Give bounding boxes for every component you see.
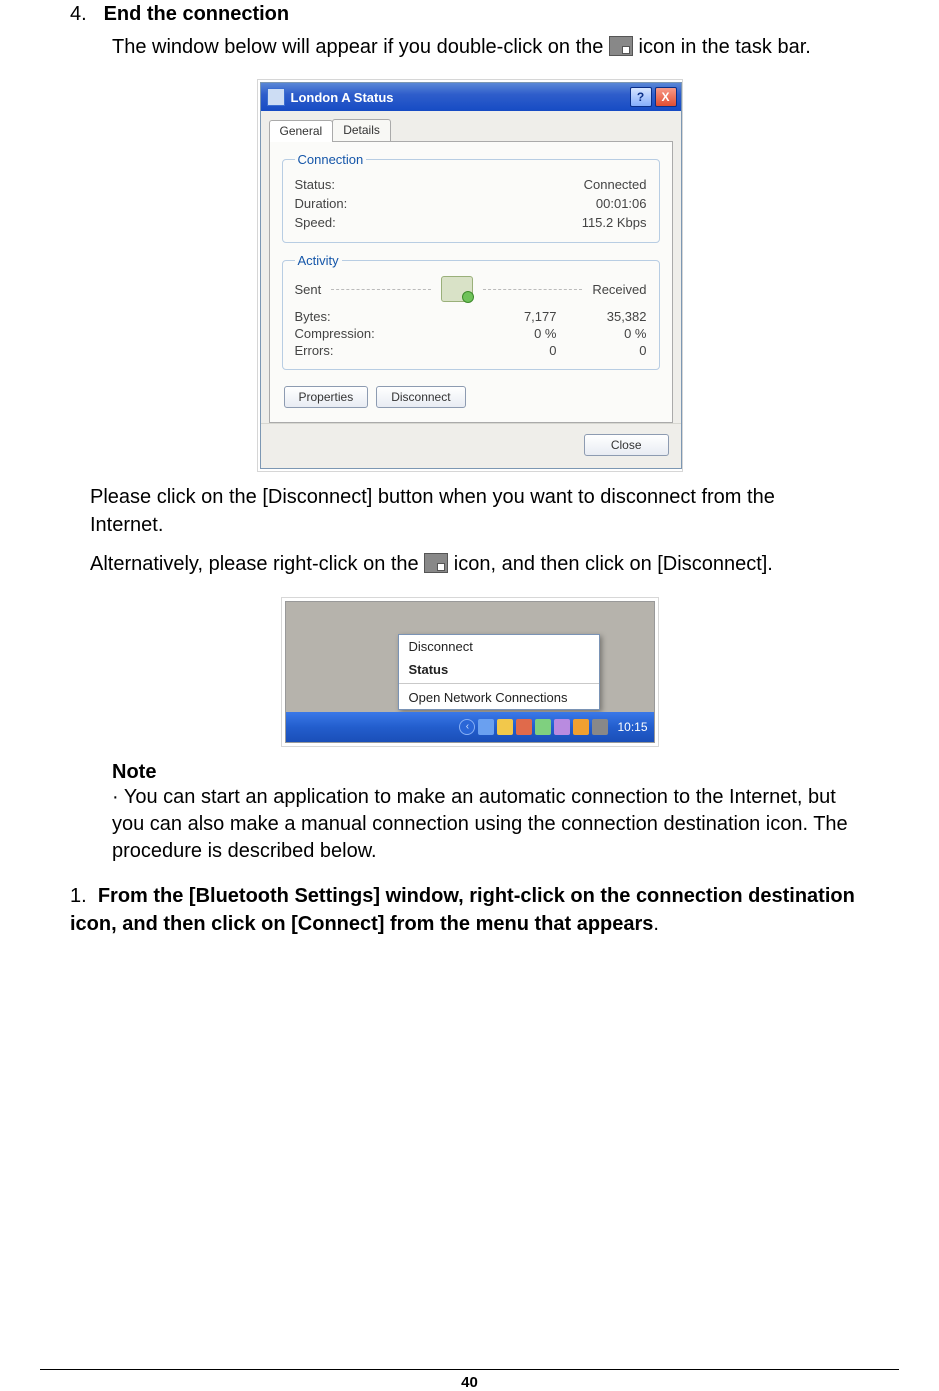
tray-network-icon[interactable] bbox=[592, 719, 608, 735]
page-number: 40 bbox=[0, 1374, 939, 1391]
compression-label: Compression: bbox=[295, 326, 467, 341]
tray-icon-3[interactable] bbox=[516, 719, 532, 735]
note-body: · You can start an application to make a… bbox=[112, 784, 851, 866]
disconnect-button[interactable]: Disconnect bbox=[376, 386, 465, 408]
tab-details[interactable]: Details bbox=[332, 119, 391, 141]
close-button[interactable]: Close bbox=[584, 434, 669, 456]
window-close-button[interactable]: X bbox=[655, 87, 677, 107]
status-label: Status: bbox=[295, 177, 335, 192]
tray-icon-4[interactable] bbox=[535, 719, 551, 735]
menu-separator bbox=[399, 683, 599, 684]
network-tray-icon-2 bbox=[424, 553, 448, 573]
step4-title: End the connection bbox=[104, 3, 290, 25]
tab-general[interactable]: General bbox=[269, 120, 334, 142]
status-dialog-title: London A Status bbox=[291, 90, 394, 105]
duration-value: 00:01:06 bbox=[596, 196, 647, 211]
tray-icon-1[interactable] bbox=[478, 719, 494, 735]
activity-group: Activity Sent Received Bytes:7,17735,382… bbox=[282, 253, 660, 370]
duration-label: Duration: bbox=[295, 196, 348, 211]
tray-expand-icon[interactable]: ‹ bbox=[459, 719, 475, 735]
step4-intro-a: The window below will appear if you doub… bbox=[112, 36, 603, 58]
status-value: Connected bbox=[584, 177, 647, 192]
tray-clock: 10:15 bbox=[617, 720, 647, 734]
alt-instruction-a: Alternatively, please right-click on the bbox=[90, 553, 419, 575]
step1-number: 1. bbox=[70, 885, 87, 907]
properties-button[interactable]: Properties bbox=[284, 386, 369, 408]
network-tray-icon bbox=[609, 36, 633, 56]
tray-icon-2[interactable] bbox=[497, 719, 513, 735]
step4-number: 4. bbox=[70, 3, 98, 26]
tray-context-menu: Disconnect Status Open Network Connectio… bbox=[398, 634, 600, 710]
step1-text: From the [Bluetooth Settings] window, ri… bbox=[70, 885, 855, 935]
speed-label: Speed: bbox=[295, 215, 336, 230]
help-button[interactable]: ? bbox=[630, 87, 652, 107]
disconnect-instruction: Please click on the [Disconnect] button … bbox=[90, 484, 849, 539]
compression-received: 0 % bbox=[557, 326, 647, 341]
received-label: Received bbox=[592, 282, 646, 297]
errors-received: 0 bbox=[557, 343, 647, 358]
compression-sent: 0 % bbox=[467, 326, 557, 341]
connection-legend: Connection bbox=[295, 152, 367, 167]
context-menu-figure: Disconnect Status Open Network Connectio… bbox=[281, 597, 659, 747]
alt-instruction-b: icon, and then click on [Disconnect]. bbox=[454, 553, 773, 575]
menu-disconnect[interactable]: Disconnect bbox=[399, 635, 599, 658]
bytes-sent: 7,177 bbox=[467, 309, 557, 324]
connection-group: Connection Status: Connected Duration: 00:… bbox=[282, 152, 660, 243]
activity-icon bbox=[441, 276, 473, 302]
activity-legend: Activity bbox=[295, 253, 342, 268]
tray-icon-5[interactable] bbox=[554, 719, 570, 735]
note-heading: Note bbox=[112, 761, 899, 784]
taskbar-tray: ‹ 10:15 bbox=[286, 712, 654, 742]
footer-rule bbox=[40, 1369, 899, 1370]
bytes-received: 35,382 bbox=[557, 309, 647, 324]
status-dialog-figure: London A Status ? X General Details Conn… bbox=[257, 79, 683, 472]
errors-sent: 0 bbox=[467, 343, 557, 358]
dialog-app-icon bbox=[267, 88, 285, 106]
tray-icon-6[interactable] bbox=[573, 719, 589, 735]
menu-open-network[interactable]: Open Network Connections bbox=[399, 686, 599, 709]
sent-label: Sent bbox=[295, 282, 322, 297]
errors-label: Errors: bbox=[295, 343, 467, 358]
step4-intro-b: icon in the task bar. bbox=[639, 36, 811, 58]
speed-value: 115.2 Kbps bbox=[582, 215, 647, 230]
menu-status[interactable]: Status bbox=[399, 658, 599, 681]
status-dialog-titlebar: London A Status ? X bbox=[261, 83, 681, 111]
bytes-label: Bytes: bbox=[295, 309, 467, 324]
